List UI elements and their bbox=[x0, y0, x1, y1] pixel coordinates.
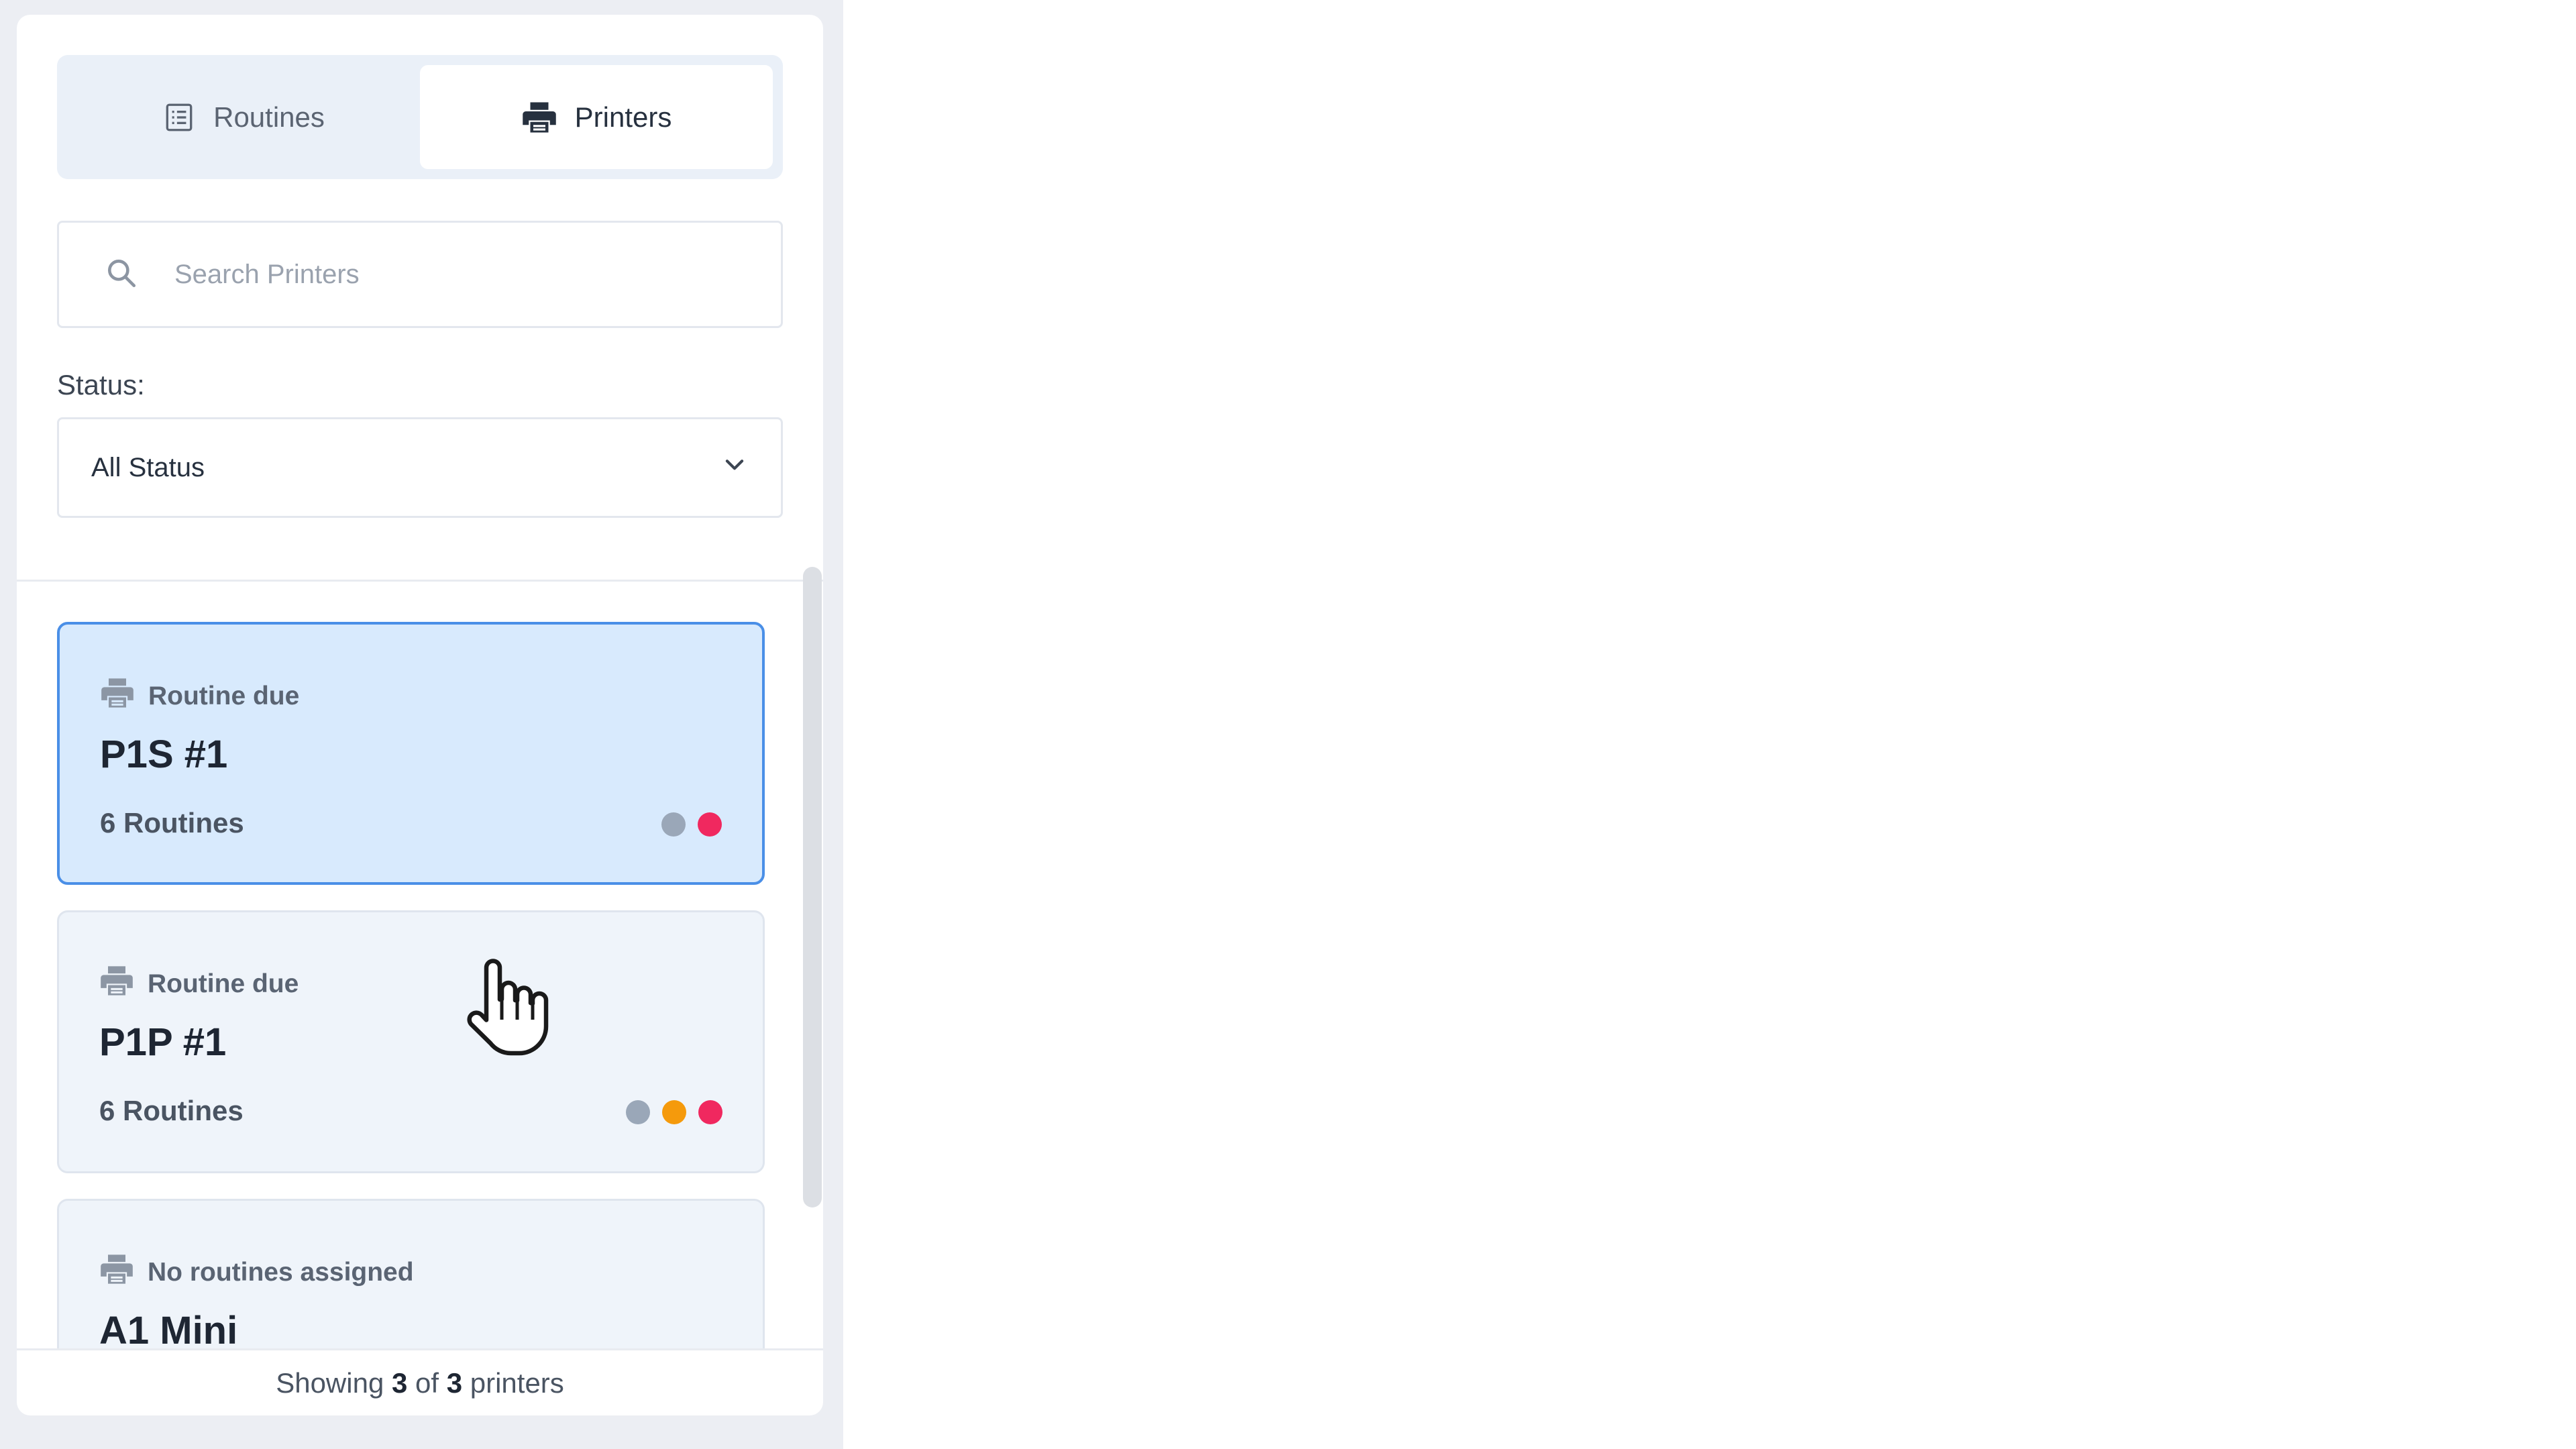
status-dot bbox=[698, 1100, 722, 1124]
chevron-down-icon bbox=[722, 451, 747, 484]
printer-icon bbox=[521, 99, 557, 136]
tab-printers-label: Printers bbox=[574, 101, 672, 133]
footer-middle: of bbox=[407, 1366, 447, 1399]
hand-cursor-icon bbox=[463, 953, 557, 1063]
printer-name: A1 Mini bbox=[99, 1309, 238, 1348]
footer-total-count: 3 bbox=[446, 1366, 463, 1399]
status-dot bbox=[626, 1100, 650, 1124]
list-scrollbar[interactable] bbox=[803, 567, 822, 1208]
search-icon bbox=[105, 256, 138, 293]
card-status-text: No routines assigned bbox=[148, 1258, 414, 1287]
footer-suffix: printers bbox=[462, 1366, 564, 1399]
status-select-value: All Status bbox=[91, 452, 205, 482]
status-dot bbox=[698, 812, 722, 837]
printer-name: P1P #1 bbox=[99, 1020, 227, 1064]
search-box bbox=[57, 221, 783, 328]
card-status-text: Routine due bbox=[148, 969, 299, 998]
status-dots bbox=[661, 812, 722, 837]
view-tabs: Routines Printers bbox=[57, 55, 783, 179]
status-dots bbox=[626, 1100, 722, 1124]
status-dot bbox=[662, 1100, 686, 1124]
printer-icon bbox=[100, 676, 135, 717]
sidebar-background: Routines Printers Search Printers Status… bbox=[0, 0, 843, 1449]
card-status: No routines assigned bbox=[99, 1252, 414, 1293]
card-status: Routine due bbox=[99, 963, 299, 1005]
printers-panel: Routines Printers Search Printers Status… bbox=[17, 15, 823, 1415]
printer-name: P1S #1 bbox=[100, 733, 228, 776]
status-select[interactable]: All Status bbox=[57, 417, 783, 518]
search-input[interactable] bbox=[173, 258, 723, 290]
status-label: Status: bbox=[57, 369, 145, 400]
printer-card-p1s[interactable]: Routine due P1S #1 6 Routines bbox=[57, 622, 765, 885]
printer-list: Routine due P1S #1 6 Routines Routine du… bbox=[17, 582, 823, 1348]
footer-shown-count: 3 bbox=[391, 1366, 408, 1399]
tab-routines-label: Routines bbox=[213, 101, 325, 133]
card-status: Routine due bbox=[100, 676, 299, 717]
card-status-text: Routine due bbox=[148, 682, 300, 710]
tab-printers[interactable]: Printers bbox=[420, 65, 773, 169]
status-dot bbox=[661, 812, 686, 837]
list-icon bbox=[162, 101, 196, 134]
list-footer: Showing 3 of 3 printers bbox=[17, 1348, 823, 1415]
tab-routines[interactable]: Routines bbox=[67, 65, 420, 169]
printer-card-a1-mini[interactable]: No routines assigned A1 Mini bbox=[57, 1199, 765, 1348]
printer-icon bbox=[99, 1252, 134, 1293]
printer-icon bbox=[99, 963, 134, 1005]
footer-prefix: Showing bbox=[276, 1366, 392, 1399]
printer-card-p1p[interactable]: Routine due P1P #1 6 Routines bbox=[57, 910, 765, 1173]
routine-count: 6 Routines bbox=[100, 807, 244, 839]
routine-count: 6 Routines bbox=[99, 1095, 244, 1126]
